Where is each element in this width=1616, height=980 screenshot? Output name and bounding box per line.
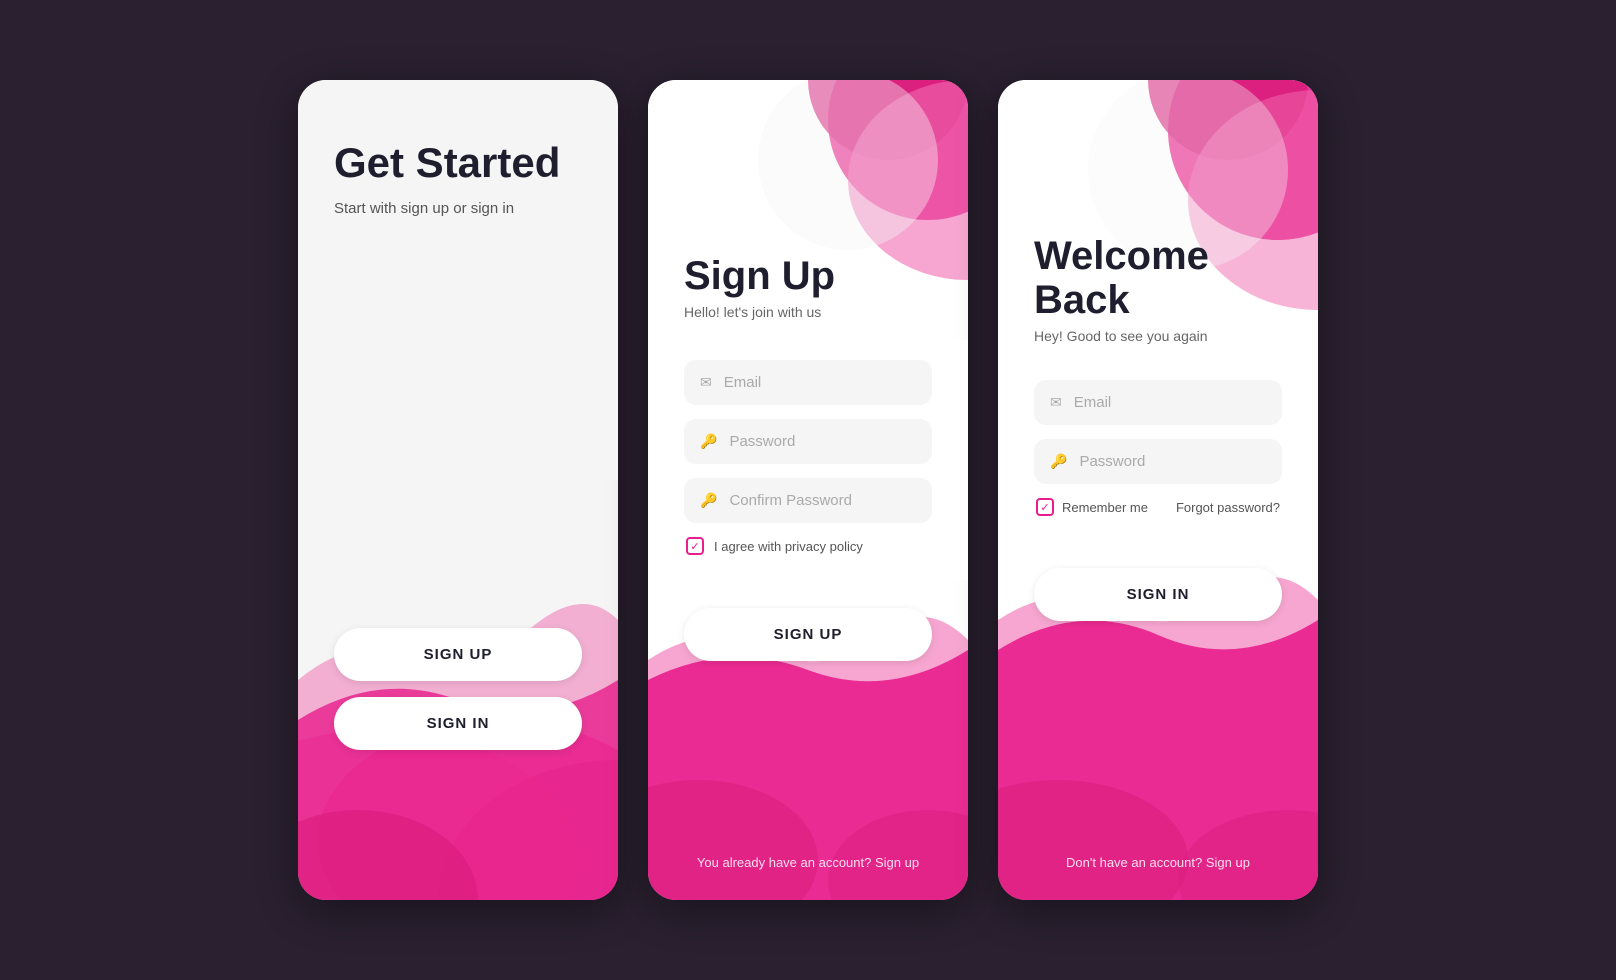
remember-check-icon: ✓: [1040, 501, 1049, 514]
get-started-buttons: SIGN UP SIGN IN: [298, 628, 618, 750]
signin-password-icon: 🔑: [1050, 453, 1067, 470]
signin-bottom: SIGN IN Don't have an account? Sign up: [998, 540, 1318, 900]
signin-btn-area: SIGN IN: [998, 568, 1318, 621]
signin-password-input-group[interactable]: 🔑 Password: [1034, 439, 1282, 484]
signin-email-input-group[interactable]: ✉ Email: [1034, 380, 1282, 425]
screen-signup: Sign Up Hello! let's join with us ✉ Emai…: [648, 80, 968, 900]
signin-title: Welcome Back: [1034, 234, 1282, 322]
remember-label: Remember me: [1062, 500, 1148, 515]
signin-email-placeholder: Email: [1074, 394, 1112, 411]
email-icon: ✉: [700, 374, 712, 391]
password-icon: 🔑: [700, 433, 717, 450]
screen-get-started: Get Started Start with sign up or sign i…: [298, 80, 618, 900]
privacy-label: I agree with privacy policy: [714, 539, 863, 554]
confirm-password-input-group[interactable]: 🔑 Confirm Password: [684, 478, 932, 523]
get-started-title: Get Started: [334, 140, 582, 186]
remember-left[interactable]: ✓ Remember me: [1036, 498, 1148, 516]
signin-button[interactable]: SIGN IN: [334, 697, 582, 750]
signup-subtitle: Hello! let's join with us: [684, 304, 932, 320]
screen-signin: Welcome Back Hey! Good to see you again …: [998, 80, 1318, 900]
signup-submit-button[interactable]: SIGN UP: [684, 608, 932, 661]
signup-bottom: SIGN UP You already have an account? Sig…: [648, 580, 968, 900]
email-placeholder: Email: [724, 374, 762, 391]
signin-password-placeholder: Password: [1079, 453, 1145, 470]
signup-title: Sign Up: [684, 254, 932, 298]
email-input-group[interactable]: ✉ Email: [684, 360, 932, 405]
signup-btn-area: SIGN UP: [648, 608, 968, 661]
signin-email-icon: ✉: [1050, 394, 1062, 411]
get-started-top: Get Started Start with sign up or sign i…: [298, 80, 618, 480]
signin-subtitle: Hey! Good to see you again: [1034, 328, 1282, 344]
signin-footer[interactable]: Don't have an account? Sign up: [998, 855, 1318, 870]
password-input-group[interactable]: 🔑 Password: [684, 419, 932, 464]
check-icon: ✓: [690, 540, 699, 553]
confirm-password-placeholder: Confirm Password: [729, 492, 852, 509]
get-started-bottom: SIGN UP SIGN IN: [298, 480, 618, 900]
signin-submit-button[interactable]: SIGN IN: [1034, 568, 1282, 621]
forgot-password-link[interactable]: Forgot password?: [1176, 500, 1280, 515]
signup-top: Sign Up Hello! let's join with us: [648, 80, 968, 340]
signin-form: ✉ Email 🔑 Password ✓ Remember me Forgot …: [998, 360, 1318, 516]
signin-top: Welcome Back Hey! Good to see you again: [998, 80, 1318, 360]
signup-title-area: Sign Up Hello! let's join with us: [648, 254, 968, 340]
remember-checkbox[interactable]: ✓: [1036, 498, 1054, 516]
signup-footer[interactable]: You already have an account? Sign up: [648, 855, 968, 870]
privacy-checkbox-row[interactable]: ✓ I agree with privacy policy: [684, 537, 932, 555]
signup-form: ✉ Email 🔑 Password 🔑 Confirm Password ✓ …: [648, 340, 968, 580]
privacy-checkbox[interactable]: ✓: [686, 537, 704, 555]
remember-row: ✓ Remember me Forgot password?: [1034, 498, 1282, 516]
get-started-subtitle: Start with sign up or sign in: [334, 200, 582, 217]
password-placeholder: Password: [729, 433, 795, 450]
signup-button[interactable]: SIGN UP: [334, 628, 582, 681]
confirm-password-icon: 🔑: [700, 492, 717, 509]
signin-title-area: Welcome Back Hey! Good to see you again: [998, 234, 1318, 360]
screens-container: Get Started Start with sign up or sign i…: [298, 80, 1318, 900]
